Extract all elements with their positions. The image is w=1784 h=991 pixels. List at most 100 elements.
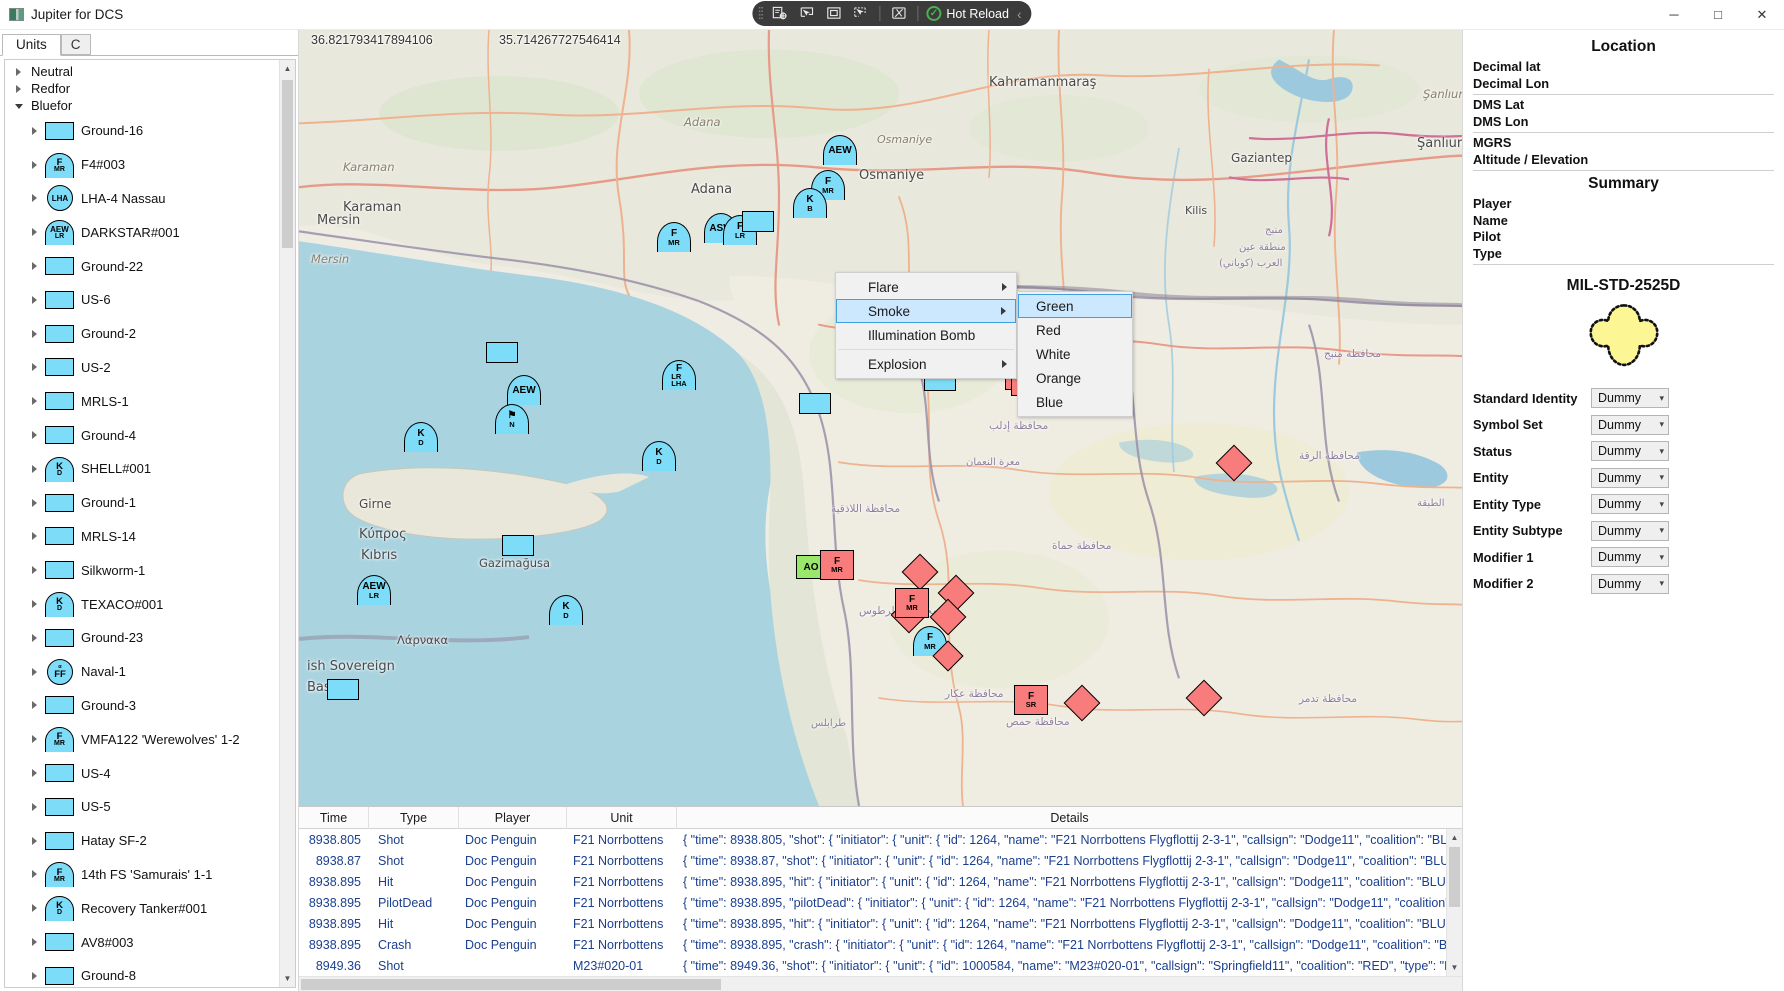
hot-reload-button[interactable]: ✓ Hot Reload bbox=[926, 6, 1009, 21]
table-row[interactable]: 8949.36 Shot M23#020-01 { "time": 8949.36, … bbox=[299, 955, 1462, 976]
tree-unit-item[interactable]: LHA LHA-4 Nassau bbox=[11, 182, 279, 216]
context-menu-item-illumination-bomb[interactable]: Illumination Bomb bbox=[836, 323, 1016, 347]
unit-tree-scrollbar[interactable]: ▲ ▼ bbox=[279, 60, 295, 987]
tree-unit-item[interactable]: AEW LR DARKSTAR#001 bbox=[11, 215, 279, 249]
property-dropdown-standard-identity[interactable]: Dummy ▾ bbox=[1591, 388, 1669, 409]
tree-unit-item[interactable]: US-6 bbox=[11, 283, 279, 317]
table-row[interactable]: 8938.87 Shot Doc Penguin F21 Norrbottens { "… bbox=[299, 850, 1462, 871]
chevron-down-icon[interactable] bbox=[11, 102, 26, 109]
chevron-right-icon[interactable] bbox=[27, 938, 42, 947]
table-row[interactable]: 8938.895 Hit Doc Penguin F21 Norrbottens { "… bbox=[299, 913, 1462, 934]
tree-root-redfor[interactable]: Redfor bbox=[11, 80, 279, 97]
event-log-hscrollbar[interactable] bbox=[299, 976, 1462, 991]
tree-unit-item[interactable]: MRLS-14 bbox=[11, 520, 279, 554]
close-button[interactable]: ✕ bbox=[1740, 0, 1784, 30]
scrollbar-thumb[interactable] bbox=[282, 80, 293, 248]
toolbar-drag-handle[interactable] bbox=[758, 6, 764, 21]
column-header-unit[interactable]: Unit bbox=[567, 807, 677, 829]
chevron-right-icon[interactable] bbox=[27, 126, 42, 135]
tab-c[interactable]: C bbox=[60, 34, 91, 55]
chevron-right-icon[interactable] bbox=[27, 194, 42, 203]
map-marker-hostile-air[interactable]: FSR bbox=[1014, 685, 1048, 715]
map-context-menu[interactable]: Flare Smoke Illumination Bomb Explosion bbox=[835, 272, 1017, 379]
column-header-details[interactable]: Details bbox=[677, 807, 1462, 829]
log-scroll-down-icon[interactable]: ▼ bbox=[1447, 959, 1463, 976]
select-frame-icon[interactable] bbox=[823, 4, 844, 23]
tree-unit-item[interactable]: Ground-1 bbox=[11, 486, 279, 520]
chevron-right-icon[interactable] bbox=[27, 600, 42, 609]
tree-unit-item[interactable]: Ground-3 bbox=[11, 689, 279, 723]
tree-unit-item[interactable]: Ground-8 bbox=[11, 959, 279, 987]
smoke-color-submenu[interactable]: Green Red White Orange Blue bbox=[1017, 291, 1133, 417]
table-row[interactable]: 8938.895 Hit Doc Penguin F21 Norrbottens { "… bbox=[299, 871, 1462, 892]
chevron-right-icon[interactable] bbox=[27, 802, 42, 811]
smoke-color-orange[interactable]: Orange bbox=[1018, 366, 1132, 390]
event-log-vscrollbar[interactable]: ▲ ▼ bbox=[1446, 829, 1462, 976]
table-row[interactable]: 8938.895 PilotDead Doc Penguin F21 Norrbott… bbox=[299, 892, 1462, 913]
chevron-right-icon[interactable] bbox=[11, 67, 26, 76]
map-marker-ground[interactable] bbox=[502, 535, 534, 556]
chevron-right-icon[interactable] bbox=[27, 363, 42, 372]
chevron-right-icon[interactable] bbox=[27, 397, 42, 406]
map-view[interactable]: 36.821793417894106 35.714267727546414 Ka… bbox=[299, 30, 1462, 806]
tree-unit-item[interactable]: US-4 bbox=[11, 756, 279, 790]
chevron-right-icon[interactable] bbox=[27, 633, 42, 642]
tree-root-bluefor[interactable]: Bluefor bbox=[11, 97, 279, 114]
smoke-color-blue[interactable]: Blue bbox=[1018, 390, 1132, 414]
chevron-right-icon[interactable] bbox=[27, 532, 42, 541]
tree-root-neutral[interactable]: Neutral bbox=[11, 63, 279, 80]
toolbar-collapse-chevron-icon[interactable]: ‹ bbox=[1017, 6, 1022, 22]
smoke-color-red[interactable]: Red bbox=[1018, 318, 1132, 342]
table-row[interactable]: 8938.805 Shot Doc Penguin F21 Norrbottens { … bbox=[299, 829, 1462, 850]
property-dropdown-entity-type[interactable]: Dummy ▾ bbox=[1591, 494, 1669, 515]
chevron-right-icon[interactable] bbox=[11, 84, 26, 93]
scroll-down-icon[interactable]: ▼ bbox=[280, 970, 296, 987]
tree-unit-item[interactable]: US-5 bbox=[11, 790, 279, 824]
column-header-time[interactable]: Time bbox=[299, 807, 369, 829]
xaml-hot-reload-toolbar[interactable]: ✓ Hot Reload ‹ bbox=[752, 1, 1032, 26]
property-dropdown-symbol-set[interactable]: Dummy ▾ bbox=[1591, 414, 1669, 435]
tree-unit-item[interactable]: Ground-2 bbox=[11, 317, 279, 351]
tree-unit-item[interactable]: K D Recovery Tanker#001 bbox=[11, 891, 279, 925]
property-dropdown-entity[interactable]: Dummy ▾ bbox=[1591, 467, 1669, 488]
tree-unit-item[interactable]: K D TEXACO#001 bbox=[11, 587, 279, 621]
property-dropdown-status[interactable]: Dummy ▾ bbox=[1591, 441, 1669, 462]
smoke-color-green[interactable]: Green bbox=[1018, 294, 1132, 318]
map-marker-ground[interactable] bbox=[742, 211, 774, 232]
chevron-right-icon[interactable] bbox=[27, 566, 42, 575]
tree-unit-item[interactable]: MRLS-1 bbox=[11, 384, 279, 418]
column-header-player[interactable]: Player bbox=[459, 807, 567, 829]
tree-unit-item[interactable]: Ground-22 bbox=[11, 249, 279, 283]
unit-tree[interactable]: Neutral Redfor Bluefor Ground-16 F MR F4#003 LH… bbox=[5, 60, 279, 987]
map-marker-ground[interactable] bbox=[486, 342, 518, 363]
property-dropdown-entity-subtype[interactable]: Dummy ▾ bbox=[1591, 520, 1669, 541]
inspect-element-icon[interactable] bbox=[769, 4, 790, 23]
tree-unit-item[interactable]: US-2 bbox=[11, 351, 279, 385]
chevron-right-icon[interactable] bbox=[27, 262, 42, 271]
tree-unit-item[interactable]: Silkworm-1 bbox=[11, 553, 279, 587]
event-log-rows[interactable]: 8938.805 Shot Doc Penguin F21 Norrbottens { … bbox=[299, 829, 1462, 976]
chevron-right-icon[interactable] bbox=[27, 701, 42, 710]
property-dropdown-modifier-2[interactable]: Dummy ▾ bbox=[1591, 573, 1669, 594]
tree-unit-item[interactable]: α FF Naval-1 bbox=[11, 655, 279, 689]
chevron-right-icon[interactable] bbox=[27, 735, 42, 744]
chevron-right-icon[interactable] bbox=[27, 329, 42, 338]
chevron-right-icon[interactable] bbox=[27, 464, 42, 473]
property-dropdown-modifier-1[interactable]: Dummy ▾ bbox=[1591, 547, 1669, 568]
tree-unit-item[interactable]: Hatay SF-2 bbox=[11, 824, 279, 858]
chevron-right-icon[interactable] bbox=[27, 667, 42, 676]
tree-unit-item[interactable]: Ground-16 bbox=[11, 114, 279, 148]
chevron-right-icon[interactable] bbox=[27, 431, 42, 440]
context-menu-item-flare[interactable]: Flare bbox=[836, 275, 1016, 299]
column-header-type[interactable]: Type bbox=[369, 807, 459, 829]
tree-unit-item[interactable]: K D SHELL#001 bbox=[11, 452, 279, 486]
live-property-explorer-icon[interactable] bbox=[888, 4, 909, 23]
chevron-right-icon[interactable] bbox=[27, 870, 42, 879]
maximize-button[interactable]: □ bbox=[1696, 0, 1740, 30]
tree-unit-item[interactable]: Ground-23 bbox=[11, 621, 279, 655]
table-row[interactable]: 8938.895 Crash Doc Penguin F21 Norrbottens {… bbox=[299, 934, 1462, 955]
log-hscrollbar-thumb[interactable] bbox=[301, 979, 721, 990]
map-marker-ground[interactable] bbox=[327, 679, 359, 700]
chevron-right-icon[interactable] bbox=[27, 769, 42, 778]
map-marker-hostile-air[interactable]: F MR bbox=[820, 550, 854, 580]
